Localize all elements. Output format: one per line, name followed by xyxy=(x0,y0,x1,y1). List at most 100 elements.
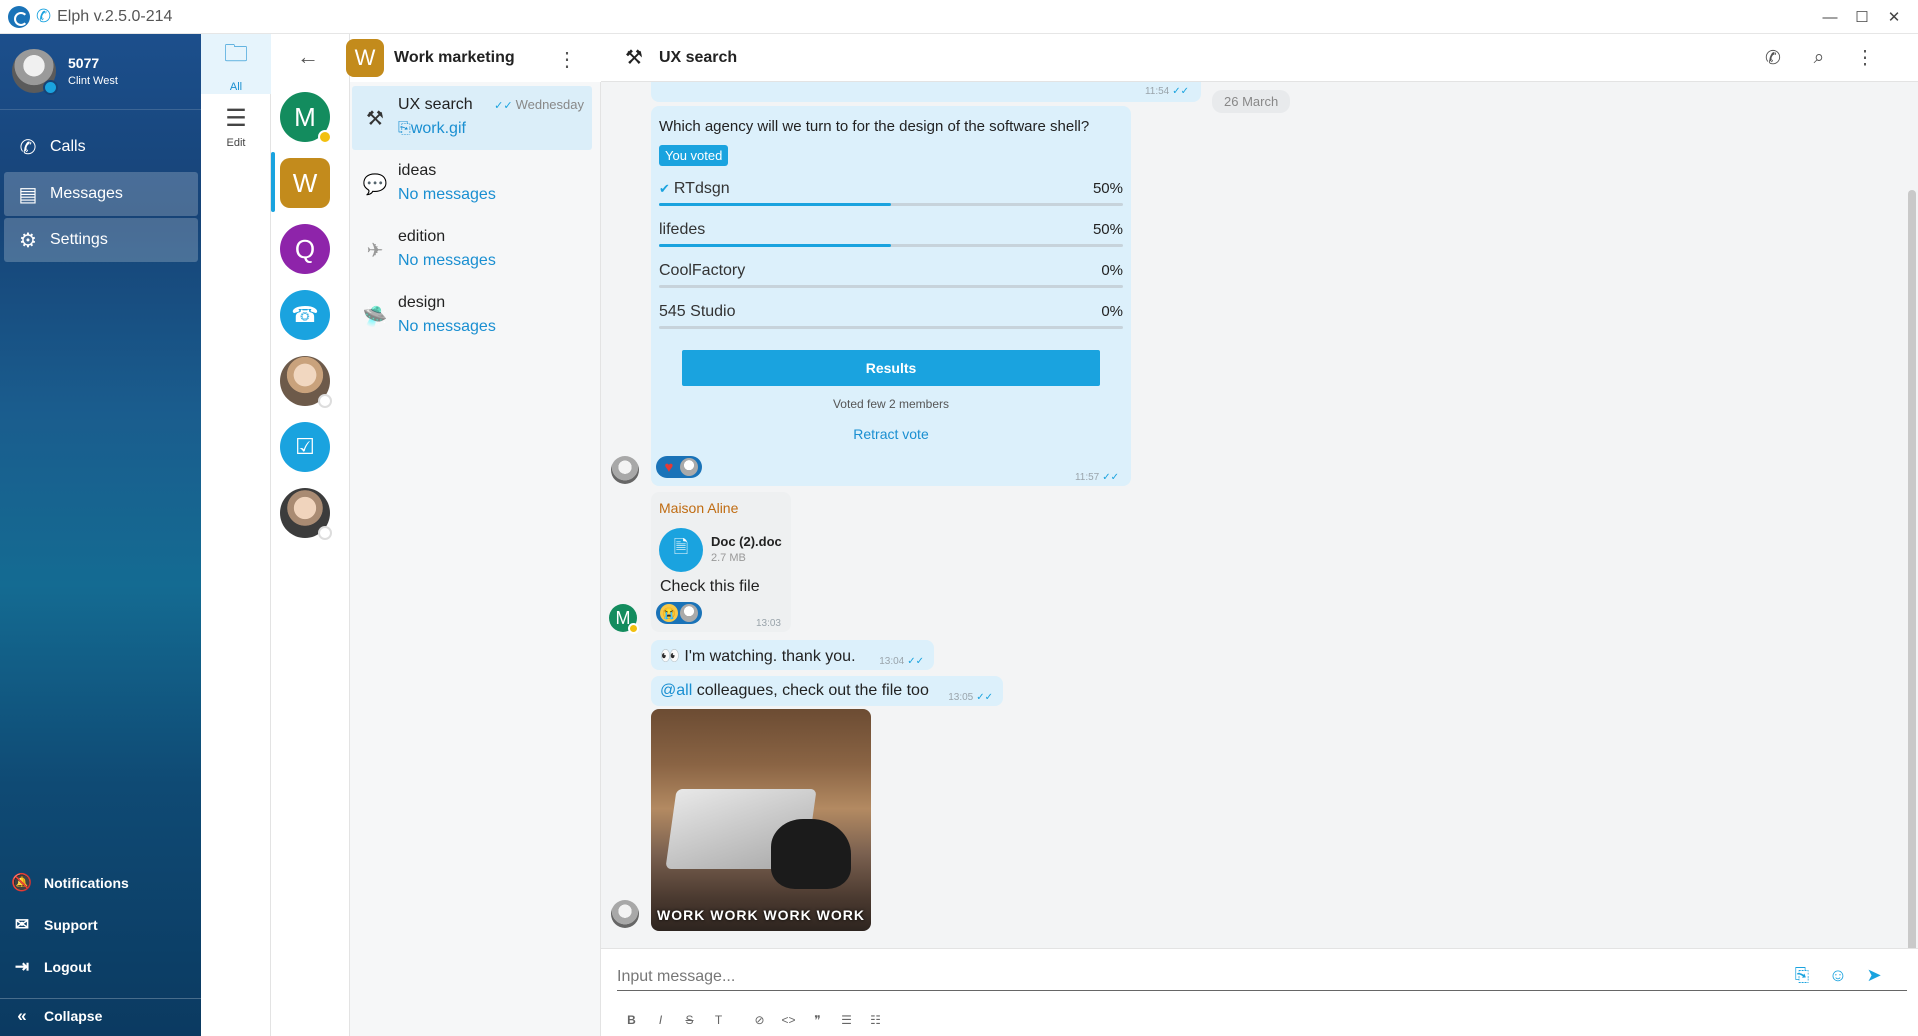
back-arrow-icon[interactable]: ← xyxy=(297,44,319,70)
poll-bubble: Which agency will we turn to for the des… xyxy=(651,106,1131,486)
reactor-avatar xyxy=(680,458,698,476)
message-content: I'm watching. thank you. xyxy=(684,648,856,665)
group-avatar-m[interactable]: M xyxy=(280,92,332,144)
gif-image[interactable]: WORK WORK WORK WORK xyxy=(651,709,871,931)
message-content: colleagues, check out the file too xyxy=(692,682,929,699)
collapse-label: Collapse xyxy=(44,1008,103,1024)
notifications-button[interactable]: 🔕 Notifications xyxy=(10,868,129,898)
nav-calls[interactable]: ✆ Calls xyxy=(4,125,198,169)
maximize-button[interactable]: ☐ xyxy=(1846,0,1878,34)
send-icon[interactable]: ➤ xyxy=(1856,965,1892,986)
window-title: Elph v.2.5.0-214 xyxy=(57,7,173,25)
message-bubble: 👀 I'm watching. thank you. 13:04 ✓✓ xyxy=(651,640,934,670)
quote-button[interactable]: ❞ xyxy=(803,1013,832,1027)
folder-edit[interactable]: ☰ Edit xyxy=(201,96,271,156)
status-dot xyxy=(628,623,639,634)
emoji-icon[interactable]: ☺ xyxy=(1820,965,1856,986)
bell-off-icon: 🔕 xyxy=(11,873,33,892)
poll-option-percent: 50% xyxy=(1092,180,1123,197)
chat-item-design[interactable]: 🛸 design No messages xyxy=(352,284,592,348)
group-avatar-q[interactable]: Q xyxy=(280,224,330,274)
poll-question: Which agency will we turn to for the des… xyxy=(659,118,1090,135)
more-vert-icon[interactable]: ⋮ xyxy=(1842,47,1888,70)
poll-option[interactable]: lifedes 50% xyxy=(659,217,1123,251)
notifications-label: Notifications xyxy=(44,875,129,891)
timestamp: 11:57 ✓✓ xyxy=(1075,472,1119,483)
profile[interactable]: 5077 Clint West xyxy=(12,49,118,95)
reactor-avatar xyxy=(680,604,698,622)
nav-messages[interactable]: ▤ Messages xyxy=(4,172,198,216)
timestamp-text: 11:57 xyxy=(1074,472,1100,483)
bold-button[interactable]: B xyxy=(617,1013,646,1027)
italic-button[interactable]: I xyxy=(646,1013,675,1027)
scrollbar[interactable] xyxy=(1908,190,1916,980)
chat-item-ux-search[interactable]: ⚒ UX search ⎘work.gif ✓✓ Wednesday xyxy=(352,86,592,150)
group-title: Work marketing xyxy=(394,49,515,66)
nav-settings[interactable]: ⚙ Settings xyxy=(4,218,198,262)
format-toolbar: B I S T ⊘ <> ❞ ☰ ☷ xyxy=(617,1013,890,1027)
eyes-icon: 👀 xyxy=(660,648,680,665)
reactions[interactable]: ♥ xyxy=(656,456,702,478)
verified-icon xyxy=(43,80,58,95)
check-circle-icon: ✔ xyxy=(659,181,670,196)
avatar[interactable] xyxy=(611,456,639,484)
collapse-button[interactable]: « Collapse xyxy=(10,1001,102,1031)
avatar[interactable] xyxy=(611,900,639,928)
sliders-icon: ☰ xyxy=(225,104,247,132)
chat-last-message: work.gif xyxy=(410,120,466,137)
paperclip-icon[interactable]: ⎘ xyxy=(1784,965,1820,986)
avatar[interactable]: M xyxy=(609,604,639,634)
numbered-list-button[interactable]: ☷ xyxy=(861,1013,890,1027)
chat-list-header: W Work marketing ⋮ xyxy=(346,34,601,82)
sip-phone-icon: ✆ xyxy=(36,6,52,26)
poll-progress-fill xyxy=(659,203,891,206)
file-name[interactable]: Doc (2).doc xyxy=(711,534,782,549)
double-chevron-left-icon: « xyxy=(17,1006,27,1025)
bullet-list-button[interactable]: ☰ xyxy=(832,1013,861,1027)
sender-name[interactable]: Maison Aline xyxy=(659,500,738,516)
checklist-icon[interactable]: ☑ xyxy=(280,422,330,472)
support-agent-icon[interactable]: ☎ xyxy=(280,290,330,340)
poll-option[interactable]: CoolFactory 0% xyxy=(659,258,1123,292)
mail-icon: ✉ xyxy=(14,915,30,934)
message-text: 👀 I'm watching. thank you. xyxy=(660,646,856,666)
folder-all[interactable]: 🗀 All xyxy=(201,34,271,94)
text-style-button[interactable]: T xyxy=(704,1013,733,1027)
chat-title: UX search xyxy=(658,48,738,66)
logout-label: Logout xyxy=(44,959,92,975)
chat-item-edition[interactable]: ✈ edition No messages xyxy=(352,218,592,282)
contact-avatar[interactable] xyxy=(280,356,332,408)
support-button[interactable]: ✉ Support xyxy=(10,910,98,940)
poll-option[interactable]: 545 Studio 0% xyxy=(659,299,1123,333)
chat-last-message: No messages xyxy=(398,252,496,269)
tools-icon: ⚒ xyxy=(625,47,643,69)
chat-title: edition xyxy=(398,228,446,245)
mention[interactable]: @all xyxy=(660,682,692,699)
call-icon[interactable]: ✆ xyxy=(1750,47,1796,70)
reactions[interactable]: 😭 xyxy=(656,602,702,624)
close-button[interactable]: ✕ xyxy=(1878,0,1910,34)
message-composer: ⎘ ☺ ➤ B I S T ⊘ <> ❞ ☰ ☷ xyxy=(601,948,1918,1036)
poll-option[interactable]: ✔ RTdsgn 50% xyxy=(659,176,1123,210)
message-text: Check this file xyxy=(660,578,760,595)
chat-item-ideas[interactable]: 💬 ideas No messages xyxy=(352,152,592,216)
minimize-button[interactable]: — xyxy=(1814,0,1846,34)
nav-label: Settings xyxy=(50,231,108,248)
spaceship-icon: 🛸 xyxy=(362,305,388,328)
retract-vote-link[interactable]: Retract vote xyxy=(651,426,1131,442)
message-input[interactable] xyxy=(617,963,1907,991)
search-icon[interactable]: ⌕ xyxy=(1796,47,1842,69)
results-button[interactable]: Results xyxy=(682,350,1100,386)
more-vert-icon[interactable]: ⋮ xyxy=(557,47,577,72)
group-avatar-w[interactable]: W xyxy=(280,158,330,208)
logout-button[interactable]: ⇥ Logout xyxy=(10,952,92,982)
read-tick-icon: ✓✓ xyxy=(1172,86,1189,97)
selection-indicator xyxy=(271,152,275,212)
document-icon[interactable]: 🗎 xyxy=(659,528,703,572)
code-button[interactable]: <> xyxy=(774,1013,803,1027)
read-tick-icon: ✓✓ xyxy=(1102,472,1119,483)
contact-avatar[interactable] xyxy=(280,488,332,540)
message-text: @all colleagues, check out the file too xyxy=(660,682,929,700)
link-button[interactable]: ⊘ xyxy=(745,1013,774,1027)
strikethrough-button[interactable]: S xyxy=(675,1013,704,1027)
